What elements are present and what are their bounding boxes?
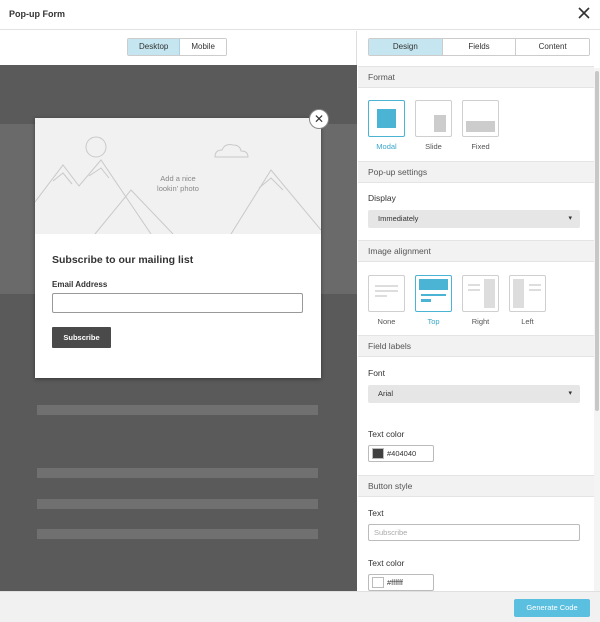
title-bar: Pop-up Form — [0, 0, 600, 30]
align-left-icon — [509, 275, 546, 312]
format-option-label: Fixed — [471, 142, 490, 151]
panel-tabs: Design Fields Content — [368, 38, 590, 56]
modal-format-icon — [368, 100, 405, 137]
alignment-option-label: Right — [471, 317, 490, 326]
preview-canvas: Add a nice lookin' photo ✕ Subscribe to … — [0, 65, 357, 591]
alignment-option-left[interactable]: Left — [509, 275, 546, 326]
display-label: Display — [368, 193, 396, 203]
section-popup-settings: Pop-up settings — [358, 161, 594, 183]
panel-scrollbar[interactable] — [594, 68, 600, 591]
email-label: Email Address — [52, 280, 108, 289]
field-text-color-picker[interactable]: #404040 — [368, 445, 434, 462]
color-swatch — [372, 577, 384, 588]
field-text-color-label: Text color — [368, 429, 405, 439]
format-option-fixed[interactable]: Fixed — [462, 100, 499, 151]
align-none-icon — [368, 275, 405, 312]
page-placeholder-line — [37, 468, 318, 478]
tab-desktop[interactable]: Desktop — [128, 39, 181, 55]
font-select-value: Arial — [378, 389, 394, 398]
subscribe-button[interactable]: Subscribe — [52, 327, 111, 348]
alignment-option-label: Top — [427, 317, 440, 326]
button-text-input[interactable]: Subscribe — [368, 524, 580, 541]
font-select[interactable]: Arial ▾ — [368, 385, 580, 403]
section-field-labels: Field labels — [358, 335, 594, 357]
image-placeholder-line: Add a nice — [160, 174, 196, 183]
format-option-label: Slide — [425, 142, 442, 151]
section-button-style: Button style — [358, 475, 594, 497]
format-option-label: Modal — [376, 142, 397, 151]
display-select-value: Immediately — [378, 214, 419, 223]
close-icon[interactable] — [577, 6, 591, 20]
tab-content[interactable]: Content — [516, 39, 589, 55]
button-text-color-label: Text color — [368, 558, 405, 568]
image-placeholder-line: lookin' photo — [157, 184, 199, 193]
section-format: Format — [358, 66, 594, 88]
preview-pane: Desktop Mobile Add a nice lookin' photo … — [0, 31, 357, 591]
alignment-option-right[interactable]: Right — [462, 275, 499, 326]
alignment-option-none[interactable]: None — [368, 275, 405, 326]
page-placeholder-line — [37, 499, 318, 509]
button-text-label: Text — [368, 508, 384, 518]
scrollbar-thumb[interactable] — [595, 71, 599, 411]
alignment-option-top[interactable]: Top — [415, 275, 452, 326]
display-select[interactable]: Immediately ▾ — [368, 210, 580, 228]
tab-design[interactable]: Design — [369, 39, 443, 55]
device-tabs: Desktop Mobile — [127, 38, 227, 56]
modal-heading: Subscribe to our mailing list — [52, 254, 194, 266]
format-option-modal[interactable]: Modal — [368, 100, 405, 151]
slide-format-icon — [415, 100, 452, 137]
page-placeholder-line — [37, 529, 318, 539]
window-title: Pop-up Form — [9, 9, 65, 19]
chevron-down-icon: ▾ — [568, 390, 572, 397]
image-placeholder-text: Add a nice lookin' photo — [35, 174, 321, 194]
settings-panel: Design Fields Content Format Modal Slide… — [358, 31, 600, 591]
font-label: Font — [368, 368, 386, 378]
modal-close-icon[interactable]: ✕ — [309, 109, 329, 129]
generate-code-button[interactable]: Generate Code — [514, 599, 590, 617]
alignment-option-label: Left — [521, 317, 534, 326]
tab-fields[interactable]: Fields — [442, 39, 517, 55]
page-placeholder-line — [37, 405, 318, 415]
alignment-option-label: None — [377, 317, 396, 326]
button-text-color-picker[interactable]: #ffffff — [368, 574, 434, 591]
color-swatch — [372, 448, 384, 459]
align-top-icon — [415, 275, 452, 312]
align-right-icon — [462, 275, 499, 312]
chevron-down-icon: ▾ — [568, 215, 572, 222]
tab-mobile[interactable]: Mobile — [180, 39, 226, 55]
format-option-slide[interactable]: Slide — [415, 100, 452, 151]
popup-modal: Add a nice lookin' photo ✕ Subscribe to … — [35, 109, 329, 378]
fixed-format-icon — [462, 100, 499, 137]
color-hex-value: #404040 — [387, 449, 417, 458]
section-image-alignment: Image alignment — [358, 240, 594, 262]
email-field[interactable] — [52, 293, 303, 313]
footer-bar: Generate Code — [0, 591, 600, 622]
image-placeholder: Add a nice lookin' photo — [35, 118, 321, 234]
color-hex-value: #ffffff — [387, 578, 403, 587]
